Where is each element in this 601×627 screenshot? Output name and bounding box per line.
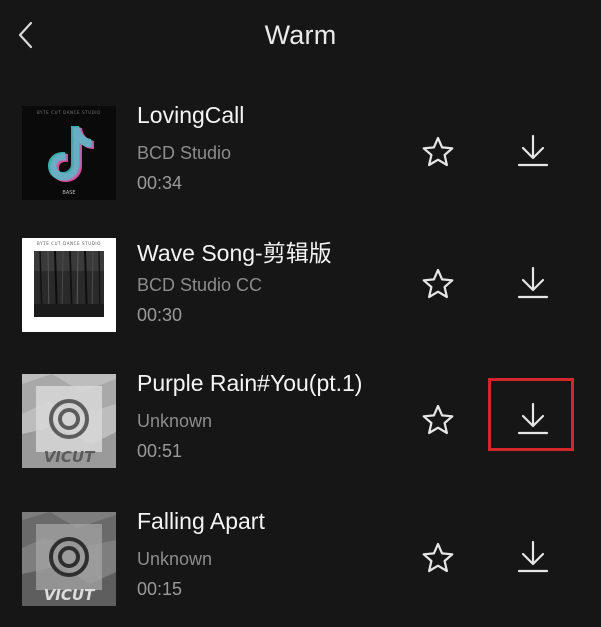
cover-label: VICUT: [44, 586, 96, 604]
cover-studio-text: BYTE CUT DANCE STUDIO: [37, 241, 101, 246]
download-icon: [517, 402, 549, 435]
song-artist: Unknown: [137, 411, 213, 431]
download-icon: [517, 540, 549, 573]
song-duration: 00:51: [137, 441, 183, 461]
song-title: Purple Rain#You(pt.1): [137, 370, 363, 396]
song-item[interactable]: BYTE CUT DANCE STUDIO Wave Song-剪辑版 BCD …: [0, 231, 601, 353]
star-icon: [422, 542, 454, 573]
album-cover: VICUT: [22, 512, 116, 606]
favorite-button[interactable]: [420, 540, 456, 576]
cover-label: VICUT: [44, 448, 96, 466]
song-item[interactable]: VICUT Falling Apart Unknown 00:15: [0, 505, 601, 627]
favorite-button[interactable]: [420, 402, 456, 438]
favorite-button[interactable]: [420, 266, 456, 302]
favorite-button[interactable]: [420, 134, 456, 170]
song-title: Falling Apart: [137, 508, 265, 534]
download-button[interactable]: [514, 538, 552, 576]
star-icon: [422, 136, 454, 167]
song-artist: BCD Studio: [137, 143, 232, 163]
song-duration: 00:30: [137, 305, 183, 325]
download-icon: [517, 134, 549, 167]
download-icon: [517, 266, 549, 299]
song-duration: 00:15: [137, 579, 183, 599]
album-cover: BYTE CUT DANCE STUDIO: [22, 238, 116, 332]
download-button[interactable]: [514, 264, 552, 302]
download-button[interactable]: [514, 400, 552, 438]
album-cover: BYTE CUT DANCE STUDIO BASE: [22, 106, 116, 200]
song-item[interactable]: BYTE CUT DANCE STUDIO BASE LovingCall BC…: [0, 99, 601, 221]
download-button[interactable]: [514, 132, 552, 170]
song-artist: BCD Studio CC: [137, 275, 263, 295]
cover-label: BASE: [62, 190, 75, 196]
page-title: Warm: [264, 20, 337, 50]
album-cover: VICUT: [22, 374, 116, 468]
song-item[interactable]: VICUT Purple Rain#You(pt.1) Unknown 00:5…: [0, 367, 601, 489]
star-icon: [422, 404, 454, 435]
top-bar: Warm: [0, 0, 601, 80]
song-artist: Unknown: [137, 549, 213, 569]
song-title: LovingCall: [137, 102, 245, 128]
song-title: Wave Song-剪辑版: [137, 240, 332, 266]
song-duration: 00:34: [137, 173, 183, 193]
cover-studio-text: BYTE CUT DANCE STUDIO: [37, 110, 101, 115]
star-icon: [422, 268, 454, 299]
